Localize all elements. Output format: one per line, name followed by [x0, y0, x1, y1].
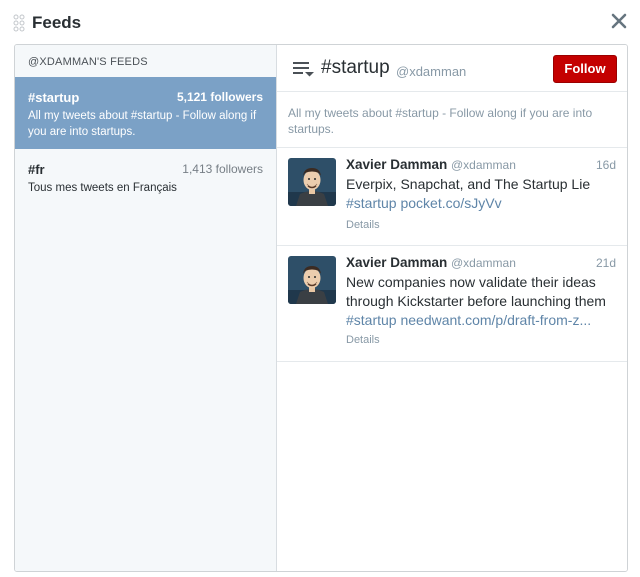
list-icon: [293, 62, 314, 77]
feed-detail: #startup @xdamman Follow All my tweets a…: [277, 45, 627, 571]
feed-item-fr[interactable]: #fr 1,413 followers Tous mes tweets en F…: [15, 149, 276, 221]
follow-button[interactable]: Follow: [553, 55, 617, 83]
tweet-body: New companies now validate their ideas t…: [346, 274, 606, 309]
feed-detail-header: #startup @xdamman Follow: [277, 45, 627, 92]
avatar-image: [288, 158, 336, 206]
feed-name: #fr: [28, 162, 45, 177]
drag-handle-icon[interactable]: [13, 14, 25, 32]
tweet-hashtag[interactable]: #startup: [346, 312, 397, 328]
feed-detail-description: All my tweets about #startup - Follow al…: [277, 92, 627, 148]
feed-description: Tous mes tweets en Français: [28, 182, 177, 194]
tweet-author-name[interactable]: Xavier Damman: [346, 255, 447, 270]
avatar[interactable]: [288, 256, 336, 304]
tweet[interactable]: Xavier Damman @xdamman 21d New companies…: [277, 246, 627, 362]
sidebar-heading: @XDAMMAN'S FEEDS: [28, 56, 148, 68]
feed-owner[interactable]: @xdamman: [396, 64, 466, 79]
tweet-text: Everpix, Snapchat, and The Startup Lie #…: [346, 175, 616, 213]
tweet-author-handle[interactable]: @xdamman: [451, 256, 516, 270]
avatar[interactable]: [288, 158, 336, 206]
feed-name: #startup: [28, 90, 80, 105]
tweet-link[interactable]: pocket.co/sJyVv: [400, 195, 501, 211]
feed-item-startup[interactable]: #startup 5,121 followers All my tweets a…: [15, 77, 276, 149]
tweet-timestamp[interactable]: 16d: [596, 158, 616, 172]
tweet-link[interactable]: needwant.com/p/draft-from-z...: [400, 312, 591, 328]
tweet-author-handle[interactable]: @xdamman: [451, 158, 516, 172]
tweet-details-link[interactable]: Details: [346, 219, 380, 231]
tweet-timestamp[interactable]: 21d: [596, 256, 616, 270]
tweet[interactable]: Xavier Damman @xdamman 16d Everpix, Snap…: [277, 148, 627, 246]
feed-followers: 1,413 followers: [182, 162, 263, 176]
feed-followers: 5,121 followers: [176, 90, 263, 104]
tweet-text: New companies now validate their ideas t…: [346, 273, 616, 330]
feed-description: All my tweets about #startup - Follow al…: [28, 110, 257, 138]
tweet-details-link[interactable]: Details: [346, 334, 380, 346]
dialog-header: Feeds: [0, 0, 640, 44]
close-icon[interactable]: [608, 10, 630, 32]
avatar-image: [288, 256, 336, 304]
feeds-sidebar: @XDAMMAN'S FEEDS #startup 5,121 follower…: [15, 45, 277, 571]
feed-title: #startup: [321, 57, 390, 78]
feeds-panel: @XDAMMAN'S FEEDS #startup 5,121 follower…: [14, 44, 628, 572]
tweet-author-name[interactable]: Xavier Damman: [346, 157, 447, 172]
tweet-body: Everpix, Snapchat, and The Startup Lie: [346, 176, 591, 192]
tweet-hashtag[interactable]: #startup: [346, 195, 397, 211]
dialog-title: Feeds: [32, 13, 82, 32]
